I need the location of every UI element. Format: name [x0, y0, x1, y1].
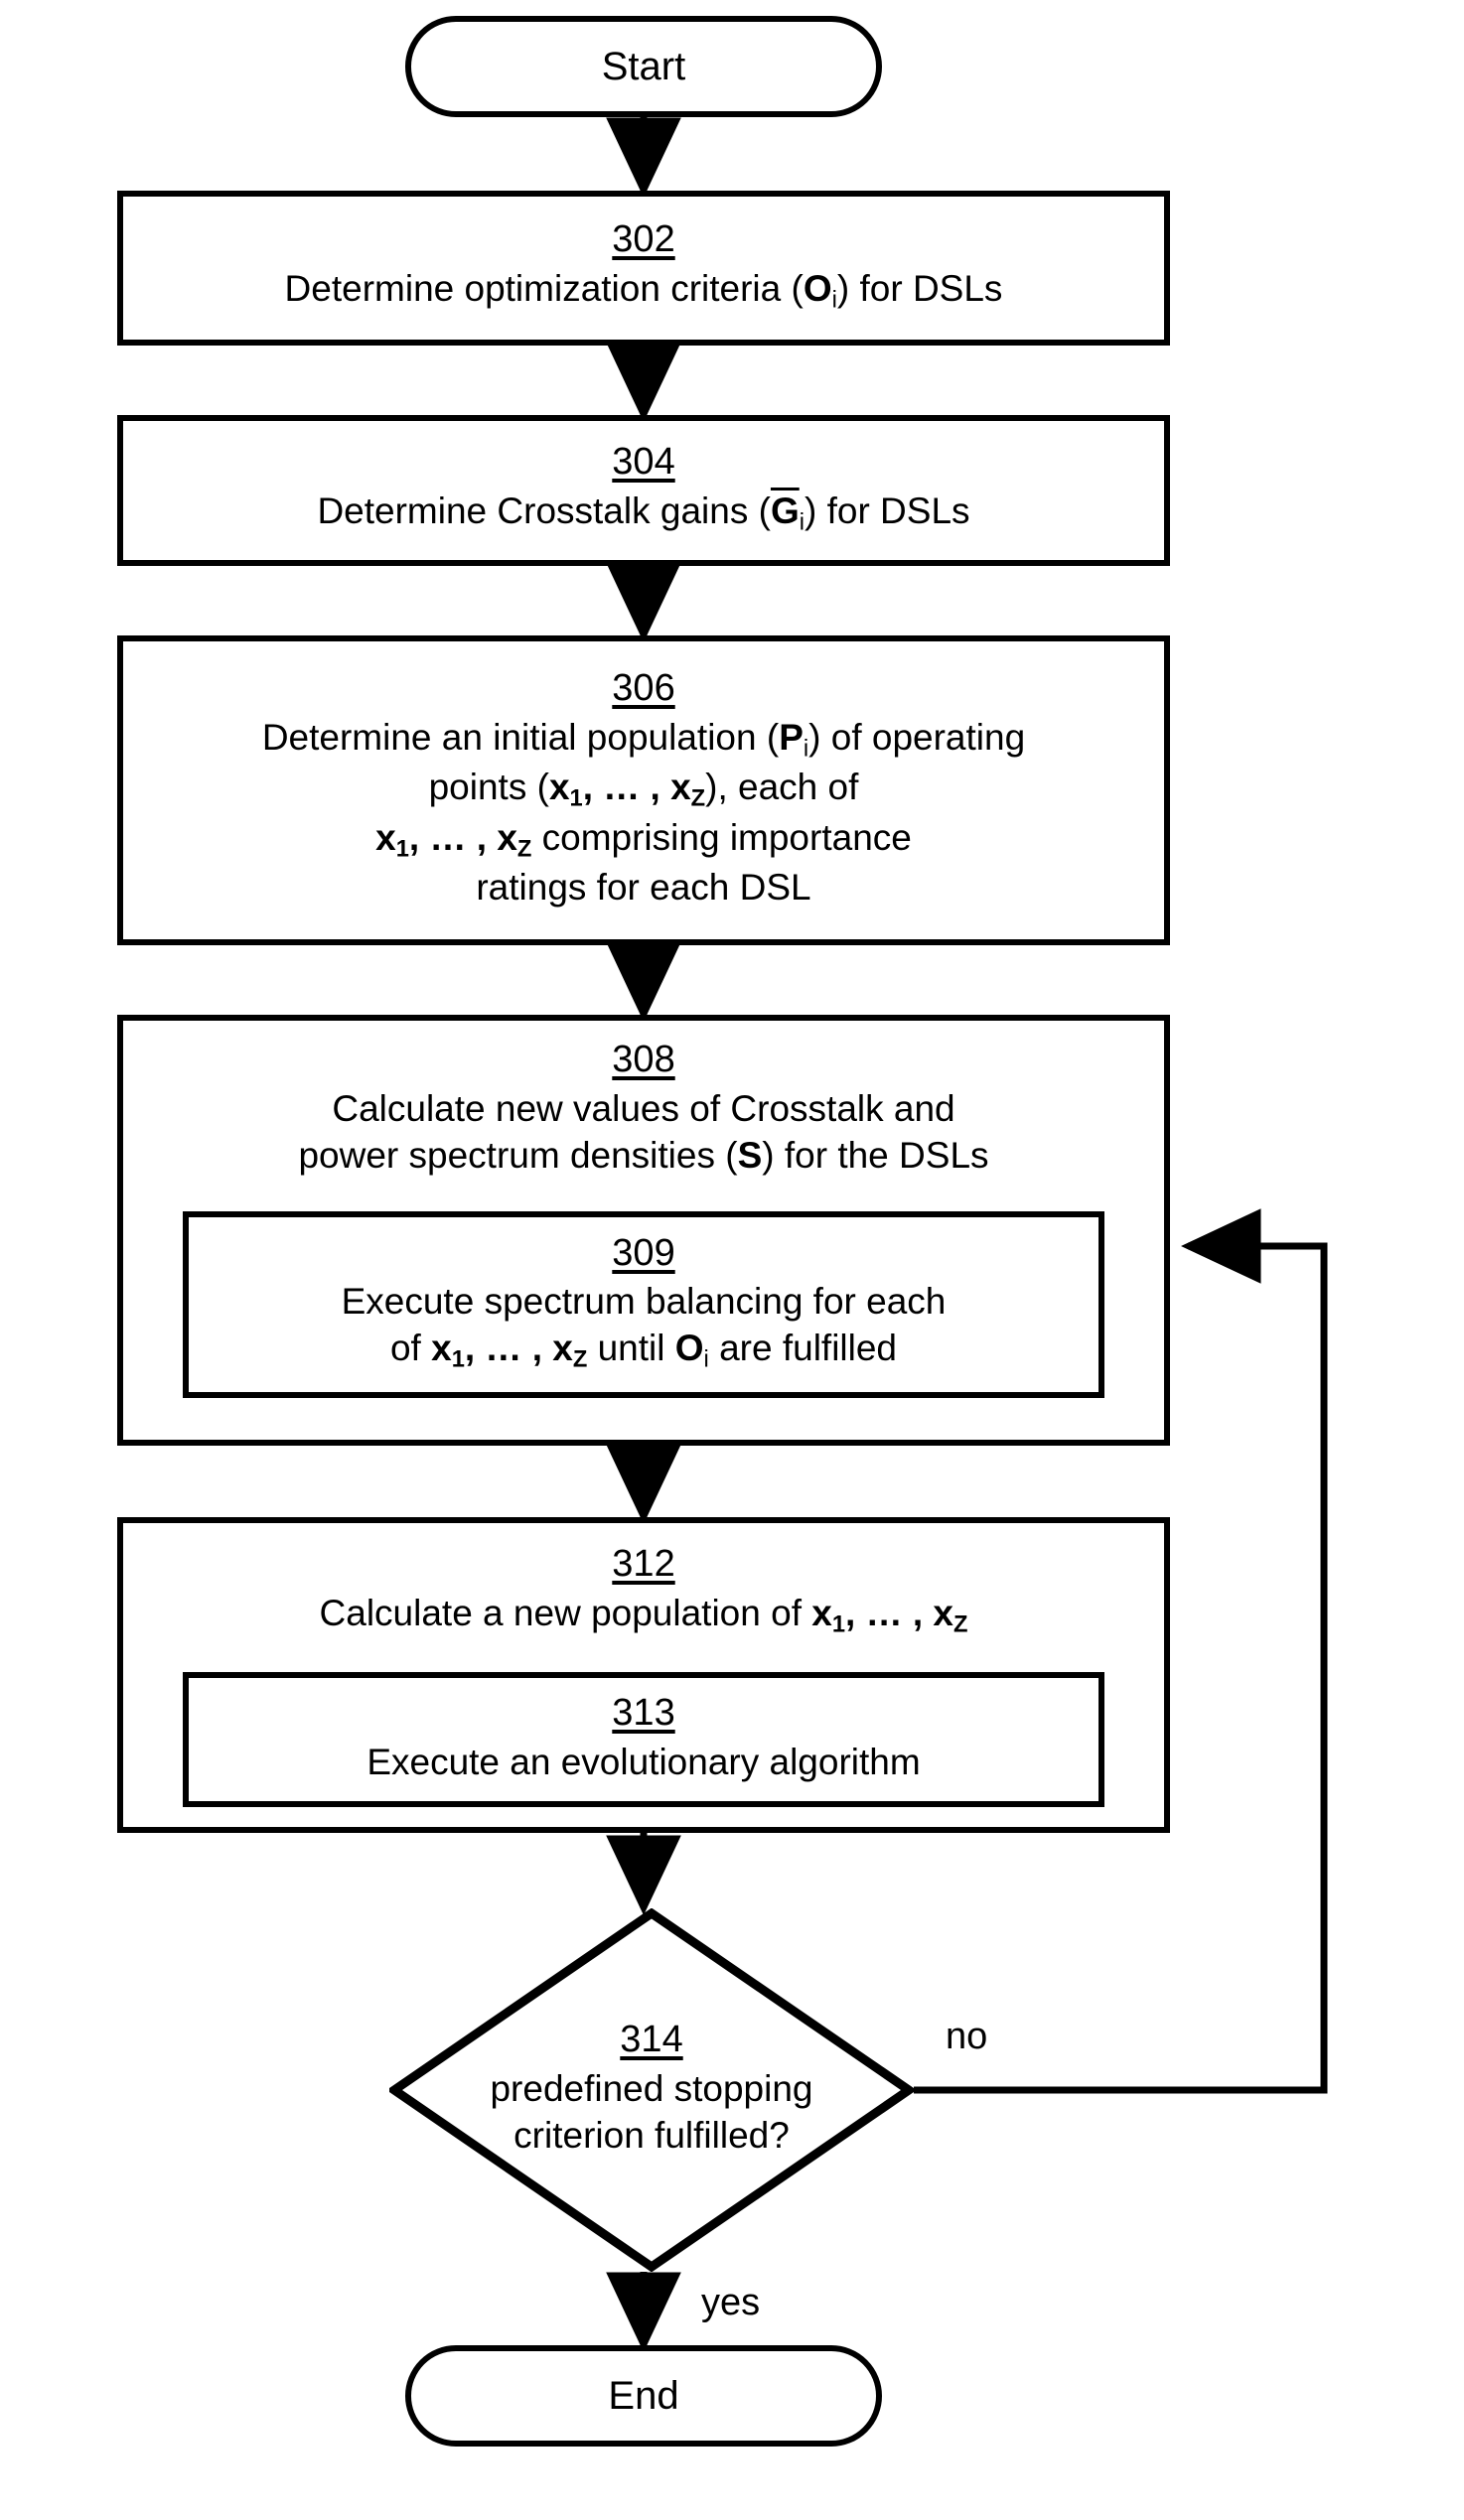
node-step-312-ref: 312 — [612, 1543, 675, 1585]
node-decision-314[interactable]: 314 predefined stopping criterion fulfil… — [386, 1907, 917, 2273]
node-step-304-ref: 304 — [612, 440, 675, 483]
node-step-308-line-1: Calculate new values of Crosstalk and — [332, 1087, 955, 1129]
decision-diamond-shape — [386, 1907, 917, 2273]
node-step-309-ref: 309 — [612, 1231, 675, 1274]
edge-label-yes: yes — [701, 2282, 761, 2323]
edge-label-no: no — [946, 2016, 988, 2057]
node-step-312[interactable]: 312 Calculate a new population of x1, … … — [117, 1517, 1170, 1833]
node-step-306-ref: 306 — [612, 667, 675, 710]
node-step-306-line-3: x1, … , xZ comprising importance — [375, 816, 912, 863]
node-step-309[interactable]: 309 Execute spectrum balancing for each … — [183, 1211, 1104, 1398]
node-step-313[interactable]: 313 Execute an evolutionary algorithm — [183, 1672, 1104, 1807]
node-step-306-line-4: ratings for each DSL — [476, 867, 811, 909]
node-step-308[interactable]: 308 Calculate new values of Crosstalk an… — [117, 1015, 1170, 1446]
node-end-label: End — [608, 2374, 679, 2418]
node-end[interactable]: End — [405, 2345, 882, 2447]
node-start-label: Start — [601, 45, 686, 88]
node-step-304[interactable]: 304 Determine Crosstalk gains (Gi) for D… — [117, 415, 1170, 566]
node-step-304-text: Determine Crosstalk gains (Gi) for DSLs — [317, 490, 970, 536]
node-step-313-ref: 313 — [612, 1691, 675, 1734]
node-step-308-line-2: power spectrum densities (S) for the DSL… — [298, 1134, 989, 1176]
node-step-309-line-2: of x1, … , xZ until Oi are fulfilled — [389, 1328, 898, 1373]
node-step-309-line-1: Execute spectrum balancing for each — [341, 1281, 947, 1323]
node-step-306-line-2: points (x1, … , xZ), each of — [428, 767, 859, 813]
node-step-302-text: Determine optimization criteria (Oi) for… — [284, 267, 1003, 314]
node-step-306[interactable]: 306 Determine an initial population (Pi)… — [117, 635, 1170, 945]
node-step-312-line-1: Calculate a new population of x1, … , xZ — [319, 1592, 968, 1638]
flowchart-canvas: Start 302 Determine optimization criteri… — [0, 0, 1464, 2520]
node-start[interactable]: Start — [405, 16, 882, 117]
node-step-313-line-1: Execute an evolutionary algorithm — [366, 1741, 921, 1782]
node-step-308-ref: 308 — [612, 1039, 675, 1080]
node-step-302[interactable]: 302 Determine optimization criteria (Oi)… — [117, 191, 1170, 346]
node-step-306-line-1: Determine an initial population (Pi) of … — [261, 716, 1026, 763]
node-step-302-ref: 302 — [612, 217, 675, 260]
